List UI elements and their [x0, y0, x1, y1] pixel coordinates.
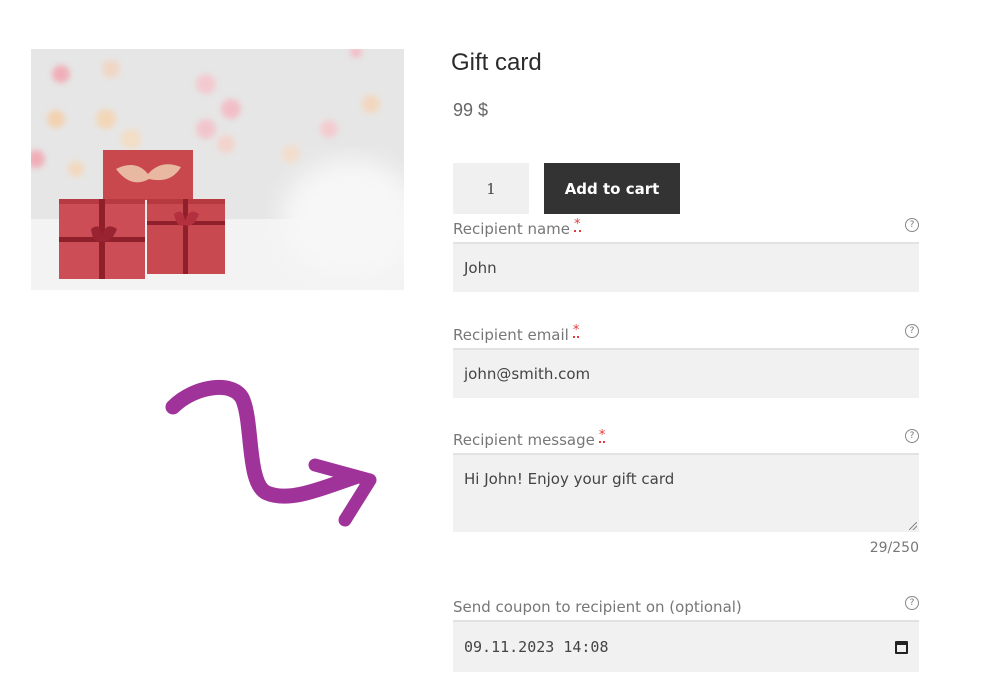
recipient-email-field: Recipient email * ? john@smith.com — [453, 322, 919, 398]
recipient-email-label-text: Recipient email — [453, 326, 569, 344]
send-date-input[interactable]: 09.11.2023 14:08 — [453, 620, 919, 672]
send-date-field: Send coupon to recipient on (optional) ?… — [453, 594, 919, 672]
recipient-email-label: Recipient email * — [453, 322, 919, 348]
recipient-email-input[interactable]: john@smith.com — [453, 348, 919, 398]
required-mark: * — [572, 323, 580, 338]
recipient-message-field: Recipient message * ? Hi John! Enjoy you… — [453, 427, 919, 556]
character-counter: 29/250 — [869, 540, 919, 556]
send-date-value: 09.11.2023 14:08 — [464, 638, 609, 656]
quantity-input[interactable]: 1 — [453, 163, 529, 214]
help-icon[interactable]: ? — [905, 218, 919, 232]
help-icon[interactable]: ? — [905, 596, 919, 610]
recipient-message-label-text: Recipient message — [453, 431, 595, 449]
recipient-email-value: john@smith.com — [464, 365, 591, 383]
product-image — [31, 49, 404, 290]
product-title: Gift card — [451, 49, 542, 76]
send-date-label-text: Send coupon to recipient on (optional) — [453, 598, 742, 616]
product-price: 99 $ — [453, 100, 489, 120]
help-icon[interactable]: ? — [905, 324, 919, 338]
send-date-label: Send coupon to recipient on (optional) — [453, 594, 919, 620]
recipient-name-label: Recipient name * — [453, 216, 919, 242]
required-mark: * — [574, 217, 581, 232]
help-icon[interactable]: ? — [905, 429, 919, 443]
add-to-cart-button[interactable]: Add to cart — [544, 163, 680, 214]
recipient-message-label: Recipient message * — [453, 427, 919, 453]
recipient-message-textarea[interactable]: Hi John! Enjoy your gift card — [453, 453, 919, 532]
required-mark: * — [598, 428, 606, 443]
recipient-name-field: Recipient name * ? John — [453, 216, 919, 292]
recipient-name-value: John — [464, 259, 497, 277]
calendar-icon[interactable] — [895, 640, 908, 654]
recipient-name-label-text: Recipient name — [453, 220, 571, 238]
resize-handle-icon[interactable] — [909, 522, 917, 530]
recipient-message-value: Hi John! Enjoy your gift card — [464, 470, 675, 488]
curved-arrow-icon — [165, 379, 377, 527]
recipient-name-input[interactable]: John — [453, 242, 919, 292]
